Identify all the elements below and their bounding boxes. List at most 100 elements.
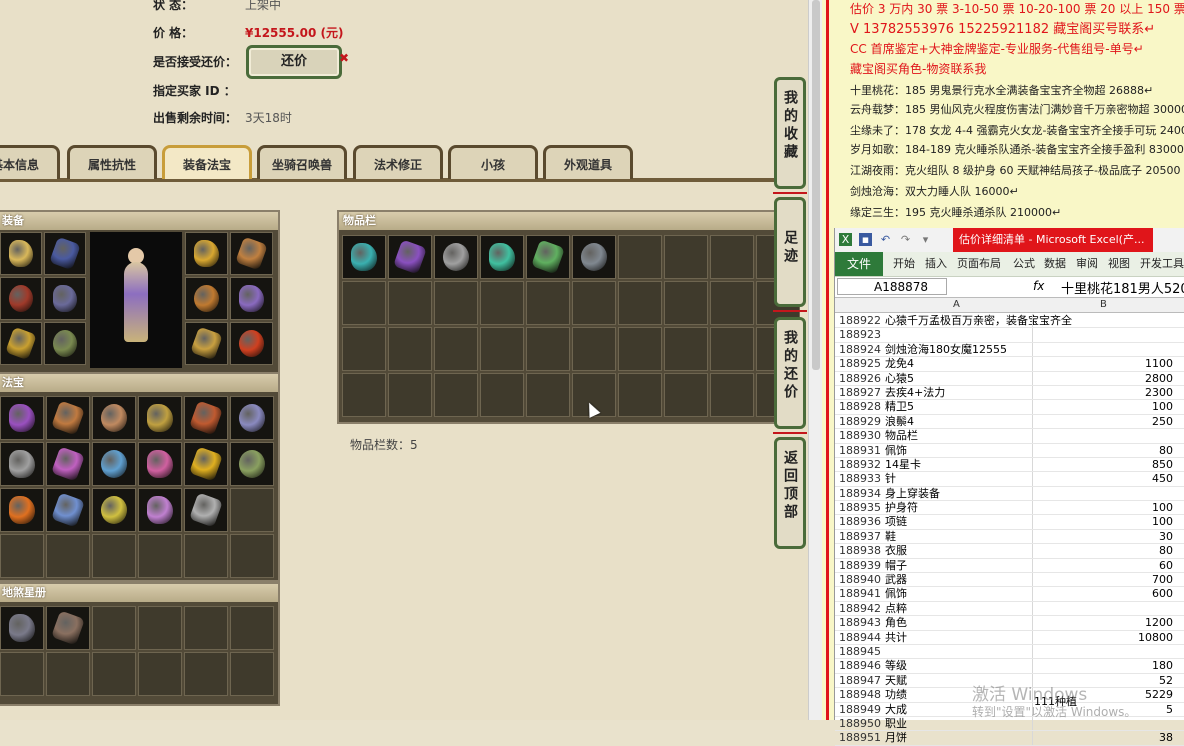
scrollbar-thumb[interactable]	[812, 0, 820, 370]
cell-b[interactable]: 100	[1035, 515, 1173, 528]
row-number[interactable]: 188939	[835, 559, 885, 572]
cell-a[interactable]: 针	[885, 472, 896, 485]
cell-b[interactable]: 1200	[1035, 616, 1173, 629]
formula-value[interactable]: 十里桃花181男人5200	[1061, 278, 1184, 297]
cell-a[interactable]: 帽子	[885, 559, 907, 572]
row-number[interactable]: 188940	[835, 573, 885, 586]
row-number[interactable]: 188941	[835, 587, 885, 600]
row-number[interactable]: 188945	[835, 645, 885, 658]
back-to-top-button[interactable]: 返回顶部	[774, 437, 806, 549]
inventory-item[interactable]	[526, 235, 570, 279]
cell-b[interactable]: 60	[1035, 559, 1173, 572]
equipment-item[interactable]	[44, 322, 86, 365]
column-a-header[interactable]: A	[953, 299, 960, 310]
cell-b[interactable]: 180	[1035, 659, 1173, 672]
cell-b[interactable]: 700	[1035, 573, 1173, 586]
row-number[interactable]: 188947	[835, 674, 885, 687]
fabao-item[interactable]	[184, 396, 228, 440]
redo-icon[interactable]: ↷	[899, 233, 912, 246]
ribbon-tab-developer[interactable]: 开发工具	[1140, 252, 1184, 276]
cell-a[interactable]: 项链	[885, 515, 907, 528]
fabao-item[interactable]	[46, 396, 90, 440]
fabao-item[interactable]	[138, 488, 182, 532]
cell-b[interactable]: 80	[1035, 444, 1173, 457]
name-box[interactable]: A188878	[837, 278, 947, 295]
row-number[interactable]: 188934	[835, 487, 885, 500]
row-number[interactable]: 188935	[835, 501, 885, 514]
counter-offer-button[interactable]: 还价 ✖	[246, 45, 349, 79]
equipment-item[interactable]	[185, 232, 228, 275]
equipment-item[interactable]	[0, 277, 42, 320]
cell-a[interactable]: 14星卡	[885, 458, 921, 471]
fabao-item[interactable]	[46, 442, 90, 486]
cell-b[interactable]: 2300	[1035, 386, 1173, 399]
fabao-item[interactable]	[92, 488, 136, 532]
starbook-item[interactable]	[0, 606, 44, 650]
row-number[interactable]: 188931	[835, 444, 885, 457]
row-number[interactable]: 188926	[835, 372, 885, 385]
equipment-item[interactable]	[230, 277, 273, 320]
cell-a[interactable]: 心猿5	[885, 372, 914, 385]
row-number[interactable]: 188943	[835, 616, 885, 629]
ribbon-tab-insert[interactable]: 插入	[925, 252, 947, 276]
my-counter-offers-button[interactable]: 我的还价	[773, 317, 807, 434]
fabao-item[interactable]	[92, 396, 136, 440]
inventory-item[interactable]	[572, 235, 616, 279]
starbook-item[interactable]	[46, 606, 90, 650]
fabao-item[interactable]	[138, 442, 182, 486]
customize-toolbar-icon[interactable]: ▾	[919, 233, 932, 246]
row-number[interactable]: 188946	[835, 659, 885, 672]
equipment-item[interactable]	[230, 232, 273, 275]
cell-a[interactable]: 角色	[885, 616, 907, 629]
equipment-item[interactable]	[0, 232, 42, 275]
equipment-item[interactable]	[185, 322, 228, 365]
cell-a[interactable]: 身上穿装备	[885, 487, 940, 500]
fx-icon[interactable]: fx	[1033, 279, 1044, 293]
my-favorites-button[interactable]: 我的收藏	[773, 77, 807, 194]
row-number[interactable]: 188930	[835, 429, 885, 442]
cell-a[interactable]: 去疾4+法力	[885, 386, 945, 399]
row-number[interactable]: 188948	[835, 688, 885, 701]
inventory-item[interactable]	[434, 235, 478, 279]
fabao-item[interactable]	[230, 442, 274, 486]
cell-a[interactable]: 精卫5	[885, 400, 914, 413]
cell-a[interactable]: 心猿千万孟极百万亲密，装备宝宝齐全	[885, 314, 1072, 327]
fabao-item[interactable]	[230, 396, 274, 440]
cell-a[interactable]: 共计	[885, 631, 907, 644]
tab-basic-info[interactable]: 基本信息	[0, 145, 60, 179]
cell-a[interactable]: 天赋	[885, 674, 907, 687]
row-number[interactable]: 188922	[835, 314, 885, 327]
tab-mounts-pets[interactable]: 坐骑召唤兽	[257, 145, 347, 179]
equipment-item[interactable]	[0, 322, 42, 365]
cell-b[interactable]: 30	[1035, 530, 1173, 543]
inventory-item[interactable]	[480, 235, 524, 279]
cell-a[interactable]: 佩饰	[885, 587, 907, 600]
cell-a[interactable]: 点粹	[885, 602, 907, 615]
row-number[interactable]: 188928	[835, 400, 885, 413]
ribbon-tab-view[interactable]: 视图	[1108, 252, 1130, 276]
cell-b[interactable]: 450	[1035, 472, 1173, 485]
ribbon-tab-home[interactable]: 开始	[893, 252, 915, 276]
cell-a[interactable]: 月饼	[885, 731, 907, 744]
ribbon-tab-review[interactable]: 审阅	[1076, 252, 1098, 276]
row-number[interactable]: 188938	[835, 544, 885, 557]
cell-a[interactable]: 护身符	[885, 501, 918, 514]
save-icon[interactable]: ▪	[859, 233, 872, 246]
tab-equipment-fabao[interactable]: 装备法宝	[162, 145, 252, 179]
fabao-item[interactable]	[0, 488, 44, 532]
fabao-item[interactable]	[138, 396, 182, 440]
row-number[interactable]: 188950	[835, 717, 885, 730]
row-number[interactable]: 188932	[835, 458, 885, 471]
row-number[interactable]: 188927	[835, 386, 885, 399]
cell-a[interactable]: 鞋	[885, 530, 896, 543]
row-number[interactable]: 188929	[835, 415, 885, 428]
inventory-item[interactable]	[388, 235, 432, 279]
cell-a[interactable]: 剑烛沧海180女魔12555	[885, 343, 1007, 356]
ribbon-tab-page-layout[interactable]: 页面布局	[957, 252, 1001, 276]
tab-child[interactable]: 小孩	[448, 145, 538, 179]
fabao-item[interactable]	[92, 442, 136, 486]
undo-icon[interactable]: ↶	[879, 233, 892, 246]
row-number[interactable]: 188936	[835, 515, 885, 528]
fabao-item[interactable]	[46, 488, 90, 532]
row-number[interactable]: 188937	[835, 530, 885, 543]
